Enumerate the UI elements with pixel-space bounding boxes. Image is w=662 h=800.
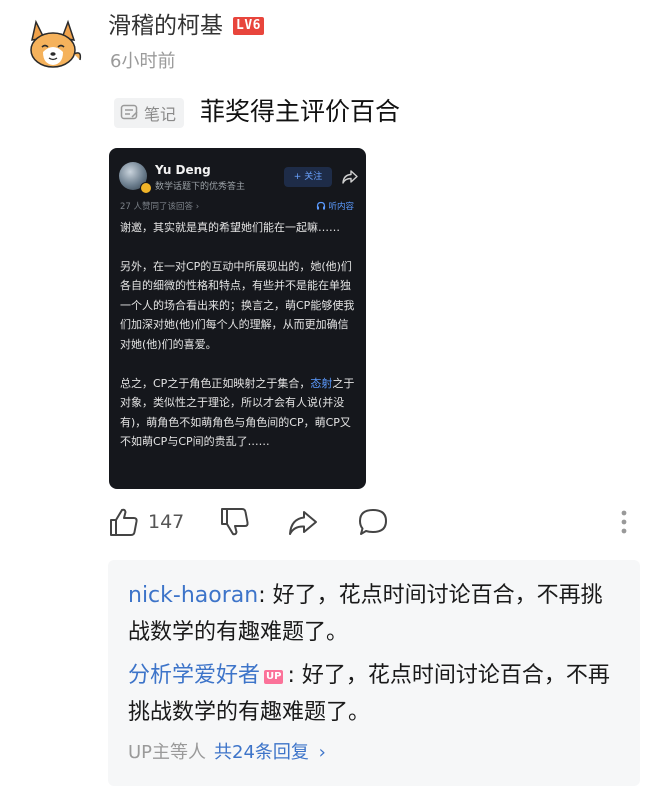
headphones-icon <box>317 201 326 210</box>
up-badge: UP <box>264 670 284 684</box>
note-icon <box>120 104 138 120</box>
replies-box[interactable]: nick-haoran: 好了，花点时间讨论百合，不再挑战数学的有趣难题了。 分… <box>108 560 640 786</box>
screenshot-body: 谢邀，其实就是真的希望她们能在一起嘛…… 另外，在一对CP的互动中所展现出的，她… <box>120 218 356 471</box>
reply-separator: : <box>258 583 273 608</box>
thumbs-down-icon <box>221 508 249 536</box>
screenshot-author-badge-icon <box>140 182 152 194</box>
screenshot-paragraph: 总之，CP之于角色正如映射之于集合，态射之于对象，类似性之于理论，所以才会有人说… <box>120 374 356 452</box>
post-title: 菲奖得主评价百合 <box>200 97 401 126</box>
screenshot-author-desc: 数学话题下的优秀答主 <box>155 182 246 192</box>
embedded-screenshot[interactable]: Yu Deng 数学话题下的优秀答主 + 关注 27 人赞同了该回答 › 听内容… <box>109 148 366 489</box>
screenshot-upvoted-text: 27 人赞同了该回答 › <box>120 202 200 212</box>
thumbs-up-icon <box>110 508 138 536</box>
share-icon <box>289 511 317 535</box>
timestamp: 6小时前 <box>110 51 176 72</box>
reply-author[interactable]: nick-haoran <box>128 583 258 608</box>
action-bar: 147 <box>0 506 662 542</box>
reply-item[interactable]: 分析学爱好者 UP: 好了，花点时间讨论百合，不再挑战数学的有趣难题了。 <box>128 657 624 731</box>
screenshot-listen-label: 听内容 <box>328 202 354 212</box>
reply-item[interactable]: nick-haoran: 好了，花点时间讨论百合，不再挑战数学的有趣难题了。 <box>128 577 624 651</box>
screenshot-paragraph-prefix: 总之，CP之于角色正如映射之于集合， <box>120 376 311 390</box>
note-tag: 笔记 <box>114 98 185 128</box>
comment-icon <box>359 509 387 535</box>
screenshot-share-icon <box>342 170 358 184</box>
screenshot-author-name: Yu Deng <box>155 163 211 177</box>
comment-button[interactable] <box>357 506 389 538</box>
more-vertical-icon <box>621 510 627 534</box>
view-all-replies-link[interactable]: UP主等人 共24条回复 › <box>128 738 326 768</box>
corgi-avatar-icon <box>30 19 82 68</box>
level-badge: LV6 <box>233 17 264 35</box>
more-replies-count: 共24条回复 <box>214 742 309 763</box>
reply-author[interactable]: 分析学爱好者 <box>128 663 260 688</box>
share-button[interactable] <box>287 506 319 538</box>
reply-separator: : <box>287 663 302 688</box>
dislike-button[interactable] <box>219 506 251 538</box>
more-options-button[interactable] <box>618 506 630 538</box>
like-count: 147 <box>148 511 185 533</box>
username-row: 滑稽的柯基 LV6 <box>108 12 264 40</box>
like-button[interactable]: 147 <box>108 506 184 538</box>
screenshot-paragraph: 另外，在一对CP的互动中所展现出的，她(他)们各自的细微的性格和特点，有些并不是… <box>120 259 355 351</box>
avatar[interactable] <box>22 12 86 76</box>
username[interactable]: 滑稽的柯基 <box>108 12 223 40</box>
more-replies-prefix: UP主等人 <box>128 742 207 763</box>
note-tag-label: 笔记 <box>144 105 177 124</box>
screenshot-paragraph: 谢邀，其实就是真的希望她们能在一起嘛…… <box>120 221 340 234</box>
screenshot-inline-link: 态射 <box>310 376 333 390</box>
screenshot-listen: 听内容 <box>316 200 354 212</box>
chevron-right-icon: › <box>318 742 326 763</box>
screenshot-follow-button: + 关注 <box>284 167 332 187</box>
